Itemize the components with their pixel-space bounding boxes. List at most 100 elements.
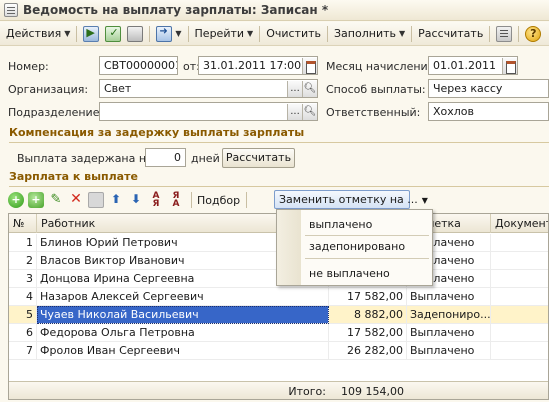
pay-method-field[interactable]: Через кассу	[428, 79, 549, 98]
table-row[interactable]: 4 Назаров Алексей Сергеевич 17 582,00 Вы…	[9, 288, 548, 306]
clear-button[interactable]: Очистить	[263, 24, 324, 44]
move-up-icon[interactable]: ⬆	[108, 192, 124, 208]
post-document-button[interactable]	[80, 24, 102, 44]
document-cell	[491, 342, 548, 360]
organization-label: Организация:	[8, 83, 89, 96]
responsible-field[interactable]: Хохлов	[428, 102, 549, 121]
mark-cell: Выплачено	[407, 342, 491, 360]
save-document-icon	[105, 25, 122, 42]
month-field[interactable]: 01.01.2011	[428, 56, 518, 75]
chevron-down-icon: ▼	[175, 29, 182, 38]
actions-menu-button[interactable]: Действия ▼	[3, 24, 73, 44]
responsible-label: Ответственный:	[326, 106, 421, 119]
fill-label: Заполнить	[334, 27, 396, 40]
sort-ascending-icon[interactable]: AЯ	[148, 192, 164, 209]
organization-field[interactable]: Свет ... 🔍︎	[99, 79, 318, 98]
calendar-icon[interactable]	[502, 58, 517, 74]
row-number: 1	[9, 234, 37, 252]
department-field[interactable]: ... 🔍︎	[99, 102, 318, 121]
month-label: Месяц начисления:	[326, 60, 438, 73]
table-row[interactable]: 5 Чуаев Николай Васильевич 8 882,00 Заде…	[9, 306, 548, 324]
copy-row-icon[interactable]: +	[28, 192, 44, 208]
structure-button[interactable]	[493, 24, 515, 44]
number-field[interactable]: СВТ00000001	[99, 56, 178, 75]
row-number: 3	[9, 270, 37, 288]
help-button[interactable]: ?	[522, 24, 544, 44]
number-value: СВТ00000001	[104, 59, 178, 72]
amount-cell: 17 582,00	[329, 288, 407, 306]
calculate-button[interactable]: Рассчитать	[415, 24, 486, 44]
compensation-section-title: Компенсация за задержку выплаты зарплаты	[9, 126, 305, 139]
print-button[interactable]	[124, 24, 146, 44]
salary-section-title: Зарплата к выплате	[9, 170, 138, 183]
employee-cell: Федорова Ольга Петровна	[37, 324, 329, 342]
amount-cell: 26 282,00	[329, 342, 407, 360]
toolbar-divider	[187, 25, 189, 42]
document-icon	[4, 3, 18, 17]
menu-item-deposited[interactable]: задепонировано	[309, 240, 405, 253]
column-header-number[interactable]: №	[9, 214, 37, 233]
goto-menu-button[interactable]: Перейти ▼	[192, 24, 257, 44]
replace-mark-button[interactable]: Заменить отметку на ... ▼	[274, 190, 428, 209]
pay-method-value: Через кассу	[433, 82, 503, 95]
delay-days-field[interactable]: 0	[145, 148, 186, 167]
goto-based-button[interactable]: ▼	[153, 24, 184, 44]
fill-menu-button[interactable]: Заполнить ▼	[331, 24, 408, 44]
toolbar-divider	[149, 25, 151, 42]
column-header-document[interactable]: Документ	[491, 214, 548, 233]
calculate-label: Рассчитать	[418, 27, 484, 40]
pick-button[interactable]: Подбор	[197, 194, 240, 207]
help-icon: ?	[525, 25, 542, 42]
delay-days-value: 0	[174, 151, 181, 164]
row-number: 4	[9, 288, 37, 306]
total-label: Итого:	[288, 385, 326, 398]
row-number: 5	[9, 306, 37, 324]
move-down-icon[interactable]: ⬇	[128, 192, 144, 208]
days-label: дней	[191, 152, 220, 165]
mark-cell: Выплачено	[407, 324, 491, 342]
menu-divider	[305, 258, 429, 259]
sort-descending-icon[interactable]: ЯA	[168, 192, 184, 209]
ellipsis-icon[interactable]: ...	[287, 81, 302, 97]
chevron-down-icon: ▼	[398, 29, 406, 38]
table-row[interactable]: 7 Фролов Иван Сергеевич 26 282,00 Выплач…	[9, 342, 548, 360]
toolbar-divider	[489, 25, 491, 42]
post-document-icon	[83, 25, 100, 42]
end-edit-icon[interactable]	[88, 192, 104, 208]
ellipsis-icon[interactable]: ...	[287, 104, 302, 120]
employee-cell: Фролов Иван Сергеевич	[37, 342, 329, 360]
delay-label: Выплата задержана на:	[17, 152, 157, 165]
menu-item-paid[interactable]: выплачено	[309, 218, 372, 231]
goto-label: Перейти	[194, 27, 245, 40]
list-icon	[496, 25, 513, 42]
menu-item-not-paid[interactable]: не выплачено	[309, 267, 390, 280]
menu-divider	[305, 235, 429, 236]
table-row[interactable]: 6 Федорова Ольга Петровна 17 582,00 Выпл…	[9, 324, 548, 342]
toolbar-divider	[259, 25, 261, 42]
replace-mark-label: Заменить отметку на ...	[279, 193, 418, 206]
document-cell	[491, 288, 548, 306]
document-cell	[491, 324, 548, 342]
table-footer: Итого: 109 154,00	[9, 381, 548, 399]
number-label: Номер:	[8, 60, 49, 73]
delete-row-icon[interactable]: ✕	[68, 192, 84, 208]
date-field[interactable]: 31.01.2011 17:00:00	[198, 56, 318, 75]
compensation-calculate-button[interactable]: Рассчитать	[222, 148, 295, 168]
replace-mark-menu: выплачено задепонировано не выплачено	[276, 209, 433, 286]
save-document-button[interactable]	[102, 24, 124, 44]
row-number: 6	[9, 324, 37, 342]
mark-cell: Задепониро...	[407, 306, 491, 324]
amount-cell: 8 882,00	[329, 306, 407, 324]
search-icon[interactable]: 🔍︎	[302, 104, 317, 120]
document-cell	[491, 270, 548, 288]
edit-row-icon[interactable]: ✎	[48, 192, 64, 208]
toolbar-divider	[327, 25, 328, 42]
calendar-icon[interactable]	[302, 58, 317, 74]
compensation-calculate-label: Рассчитать	[225, 151, 292, 164]
search-icon[interactable]: 🔍︎	[302, 81, 317, 97]
row-number: 7	[9, 342, 37, 360]
add-row-icon[interactable]: +	[8, 192, 24, 208]
toolbar-divider	[411, 25, 413, 42]
menu-gutter	[277, 210, 301, 285]
amount-cell: 17 582,00	[329, 324, 407, 342]
